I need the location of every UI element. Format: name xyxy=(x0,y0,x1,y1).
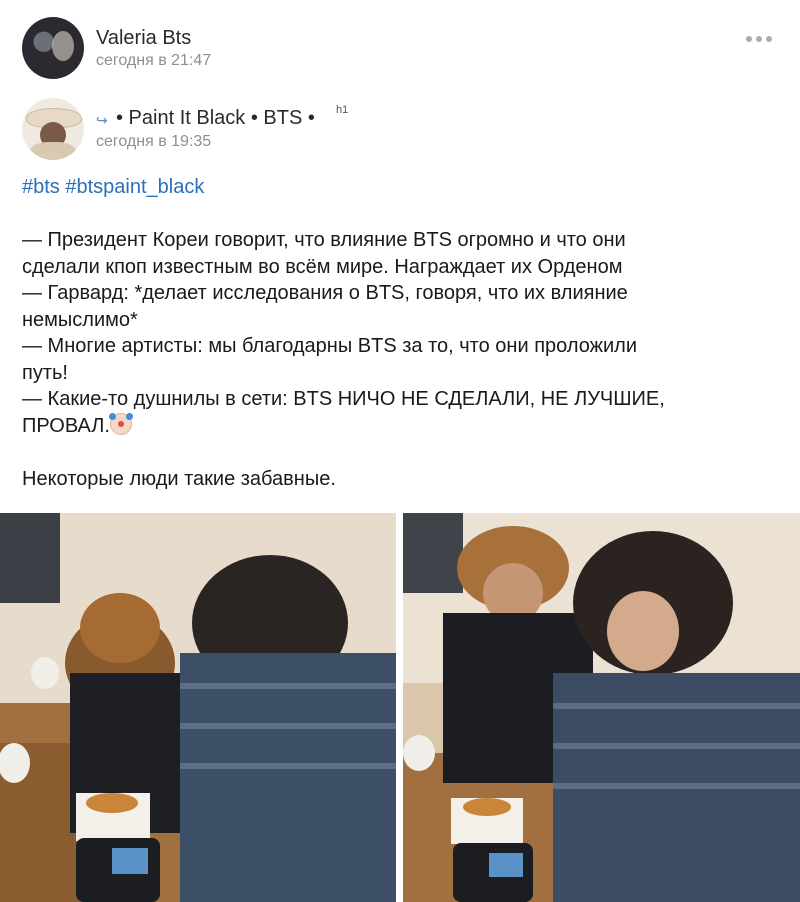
hashtag-btspaint-black[interactable]: #btspaint_black xyxy=(65,176,204,198)
text-line-span: ПРОВАЛ. xyxy=(22,414,110,437)
post-photo-1[interactable] xyxy=(0,513,396,902)
closing-line: Некоторые люди такие забавные. xyxy=(22,467,336,490)
repost-source-name[interactable]: • Paint It Black • BTS • xyxy=(116,107,315,129)
repost-arrow-icon: ↪ xyxy=(96,112,108,128)
post-text: #bts #btspaint_black — Президент Кореи г… xyxy=(22,174,762,492)
text-line: немыслимо* xyxy=(22,308,138,331)
text-line: ПРОВАЛ. xyxy=(22,412,762,440)
post-photo-2[interactable] xyxy=(403,513,800,902)
post-header: Valeria Bts сегодня в 21:47 xyxy=(22,17,782,83)
text-line: сделали кпоп известным во всём мире. Наг… xyxy=(22,255,623,278)
repost-badge: h1 xyxy=(336,104,349,116)
text-line: путь! xyxy=(22,361,68,384)
repost-source-avatar[interactable] xyxy=(22,98,84,160)
text-line: — Многие артисты: мы благодарны BTS за т… xyxy=(22,335,638,357)
repost-header: ↪ • Paint It Black • BTS • h1 сегодня в 1… xyxy=(22,98,782,164)
author-name[interactable]: Valeria Bts xyxy=(96,27,191,50)
repost-source[interactable]: ↪ • Paint It Black • BTS • xyxy=(96,107,315,130)
hashtag-line: #bts #btspaint_black xyxy=(22,174,762,201)
post-timestamp[interactable]: сегодня в 21:47 xyxy=(96,52,211,70)
author-avatar[interactable] xyxy=(22,17,84,79)
clown-face-icon xyxy=(108,412,132,435)
text-line: — Президент Кореи говорит, что влияние B… xyxy=(22,229,626,251)
text-line: — Гарвард: *делает исследования о BTS, г… xyxy=(22,282,628,304)
more-dots-icon[interactable] xyxy=(744,25,774,49)
repost-timestamp[interactable]: сегодня в 19:35 xyxy=(96,133,211,151)
hashtag-bts[interactable]: #bts xyxy=(22,176,60,198)
text-line: — Какие-то душнилы в сети: BTS НИЧО НЕ С… xyxy=(22,388,665,410)
